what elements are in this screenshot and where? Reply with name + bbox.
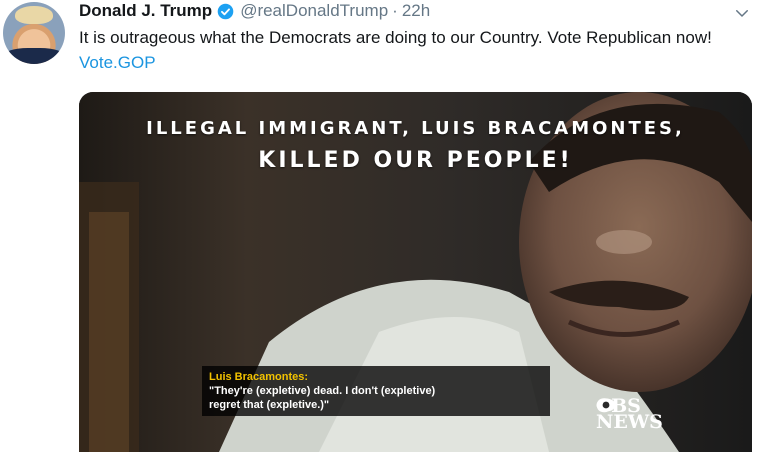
cbs-eye-icon (596, 398, 616, 412)
chevron-down-icon[interactable] (733, 4, 751, 22)
verified-badge-icon (217, 3, 234, 19)
timestamp[interactable]: 22h (402, 1, 430, 21)
caption-line1: "They're (expletive) dead. I don't (expl… (209, 385, 436, 397)
caption-line2: regret that (expletive.)" (209, 399, 330, 411)
video-headline-line1: ILLEGAL IMMIGRANT, LUIS BRACAMONTES, (146, 118, 685, 139)
avatar-hair (15, 6, 53, 24)
avatar[interactable] (3, 2, 65, 64)
video-player[interactable]: ILLEGAL IMMIGRANT, LUIS BRACAMONTES, KIL… (79, 92, 752, 452)
tweet-link[interactable]: Vote.GOP (79, 53, 156, 72)
cbs-news-watermark: CBS NEWS (596, 397, 663, 433)
separator-dot: · (392, 1, 398, 20)
tweet-header: Donald J. Trump @realDonaldTrump · 22h (79, 0, 430, 22)
display-name[interactable]: Donald J. Trump (79, 1, 212, 21)
tweet-body: It is outrageous what the Democrats are … (79, 28, 712, 47)
video-headline-line2: KILLED OUR PEOPLE! (258, 148, 573, 173)
tweet-text: It is outrageous what the Democrats are … (79, 25, 749, 75)
avatar-suit (3, 48, 65, 64)
user-handle[interactable]: @realDonaldTrump (240, 1, 388, 21)
watermark-line2: NEWS (596, 411, 663, 433)
video-caption: Luis Bracamontes: "They're (expletive) d… (202, 366, 550, 416)
caption-speaker: Luis Bracamontes: (209, 371, 309, 383)
